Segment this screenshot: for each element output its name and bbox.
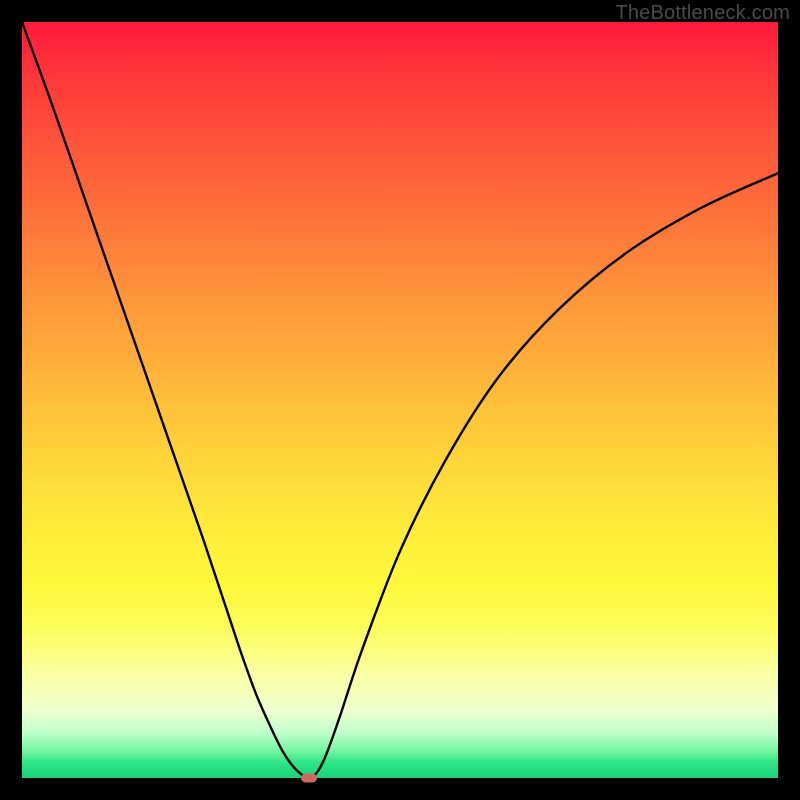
bottleneck-curve — [22, 22, 778, 778]
optimum-marker — [301, 773, 317, 782]
chart-plot-area — [22, 22, 778, 778]
watermark-text: TheBottleneck.com — [615, 2, 790, 25]
